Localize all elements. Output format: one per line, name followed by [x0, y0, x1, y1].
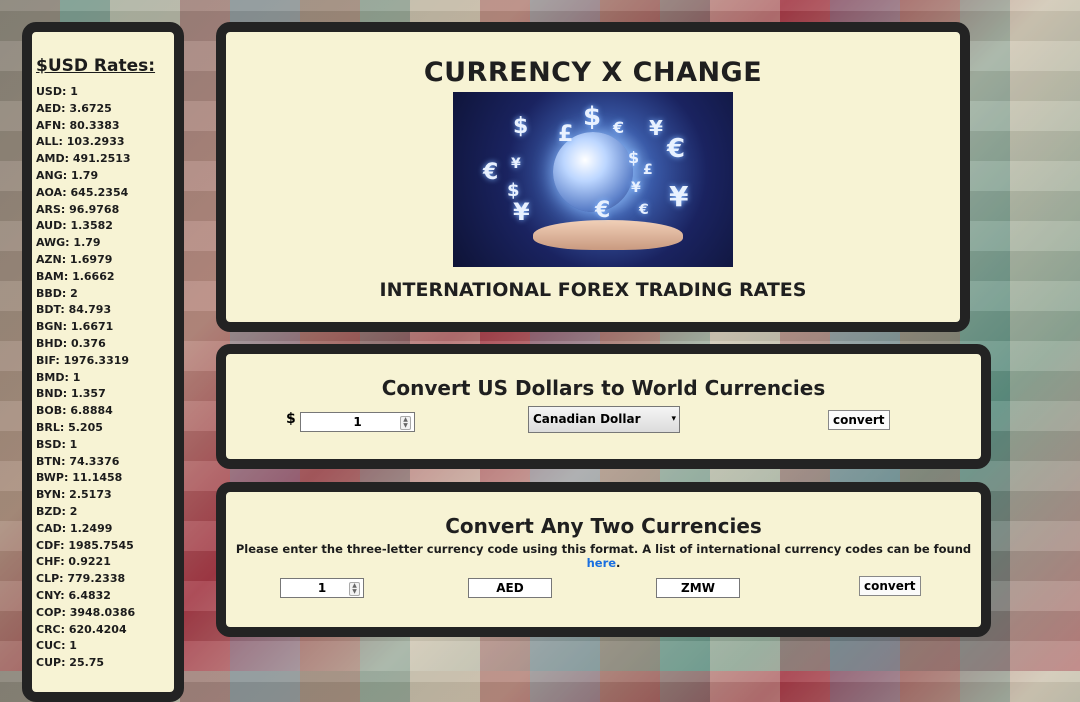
rate-item: USD: 1 [36, 85, 78, 98]
header-panel: CURRENCY X CHANGE $ £ $ € ¥ € € ¥ $ ¥ $ … [216, 22, 970, 332]
yen-icon: ¥ [511, 156, 521, 172]
dollar-icon: $ [513, 114, 529, 139]
rate-item: AUD: 1.3582 [36, 219, 113, 233]
yen-icon: ¥ [669, 180, 689, 213]
page-subtitle: INTERNATIONAL FOREX TRADING RATES [379, 279, 807, 301]
stepper-icon[interactable]: ▲ ▼ [400, 416, 411, 430]
euro-icon: € [483, 160, 499, 185]
rate-item: CUC: 1 [36, 639, 77, 653]
currency-codes-link[interactable]: here [587, 556, 616, 570]
rate-item: COP: 3948.0386 [36, 605, 136, 619]
convert-any-instructions: Please enter the three-letter currency c… [226, 542, 981, 570]
sidebar-title: $USD Rates: [36, 56, 156, 76]
euro-icon: € [613, 118, 625, 137]
rate-item: AFN: 80.3383 [36, 118, 120, 132]
any-amount-input[interactable]: 1 ▲ ▼ [280, 578, 364, 598]
rate-item: BGN: 1.6671 [36, 320, 114, 334]
rate-item: BOB: 6.8884 [36, 404, 113, 418]
dollar-icon: $ [583, 102, 602, 132]
rate-item: BWP: 11.1458 [36, 471, 123, 485]
rate-item: BBD: 2 [36, 286, 78, 300]
rate-item: AZN: 1.6979 [36, 252, 113, 266]
rate-item: BIF: 1976.3319 [36, 353, 130, 367]
pound-icon: £ [643, 162, 653, 178]
dollar-sign-label: $ [286, 411, 296, 427]
rate-item: BHD: 0.376 [36, 336, 106, 350]
rate-item: CLP: 779.2338 [36, 572, 126, 586]
rate-item: CRC: 620.4204 [36, 622, 127, 636]
euro-icon: € [667, 134, 686, 164]
rate-item: ALL: 103.2933 [36, 135, 125, 149]
rate-item: AWG: 1.79 [36, 236, 101, 250]
any-amount-value: 1 [317, 581, 327, 595]
yen-icon: ¥ [513, 198, 530, 226]
rate-item: BRL: 5.205 [36, 420, 103, 434]
stepper-icon[interactable]: ▲ ▼ [349, 582, 360, 596]
rate-item: ANG: 1.79 [36, 168, 99, 182]
convert-any-button[interactable]: convert [859, 576, 921, 596]
rate-item: CAD: 1.2499 [36, 521, 113, 535]
hand-graphic [533, 220, 683, 250]
rates-list: USD: 1 AED: 3.6725 AFN: 80.3383 ALL: 103.29… [36, 84, 174, 672]
rate-item: BYN: 2.5173 [36, 488, 112, 502]
rate-item: BZD: 2 [36, 504, 78, 518]
currency-select-value: Canadian Dollar [533, 412, 641, 426]
rate-item: BMD: 1 [36, 370, 81, 384]
dollar-icon: $ [628, 148, 640, 167]
convert-usd-title: Convert US Dollars to World Currencies [381, 376, 826, 400]
convert-any-panel: Convert Any Two Currencies Please enter … [216, 482, 991, 637]
rate-item: BDT: 84.793 [36, 303, 112, 317]
to-currency-input[interactable]: ZMW [656, 578, 740, 598]
rate-item: BSD: 1 [36, 437, 78, 451]
euro-icon: € [595, 198, 611, 223]
rate-item: BTN: 74.3376 [36, 454, 120, 468]
chevron-down-icon: ▾ [671, 414, 676, 424]
usd-rates-sidebar: $USD Rates: USD: 1 AED: 3.6725 AFN: 80.338… [22, 22, 184, 702]
convert-usd-panel: Convert US Dollars to World Currencies $… [216, 344, 991, 469]
rate-item: BND: 1.357 [36, 387, 106, 401]
rate-item: ARS: 96.9768 [36, 202, 120, 216]
rate-item: CUP: 25.75 [36, 656, 105, 670]
pound-icon: £ [558, 122, 574, 147]
currency-globe-hand-image: $ £ $ € ¥ € € ¥ $ ¥ $ £ ¥ ¥ € € [453, 92, 733, 267]
currency-select[interactable]: Canadian Dollar ▾ [528, 406, 680, 433]
rate-item: AED: 3.6725 [36, 101, 112, 115]
rate-item: CHF: 0.9221 [36, 555, 111, 569]
convert-usd-button[interactable]: convert [828, 410, 890, 430]
yen-icon: ¥ [631, 180, 641, 196]
instructions-end: . [616, 556, 621, 570]
usd-amount-value: 1 [353, 415, 362, 429]
from-currency-input[interactable]: AED [468, 578, 552, 598]
yen-icon: ¥ [649, 116, 663, 140]
rate-item: AOA: 645.2354 [36, 185, 129, 199]
convert-any-title: Convert Any Two Currencies [445, 514, 762, 538]
rate-item: AMD: 491.2513 [36, 152, 131, 166]
page-title: CURRENCY X CHANGE [423, 57, 763, 88]
euro-icon: € [639, 202, 649, 218]
rate-item: CDF: 1985.7545 [36, 538, 134, 552]
instructions-text: Please enter the three-letter currency c… [235, 542, 972, 556]
rate-item: CNY: 6.4832 [36, 588, 111, 602]
usd-amount-input[interactable]: 1 ▲ ▼ [300, 412, 415, 432]
rate-item: BAM: 1.6662 [36, 269, 115, 283]
